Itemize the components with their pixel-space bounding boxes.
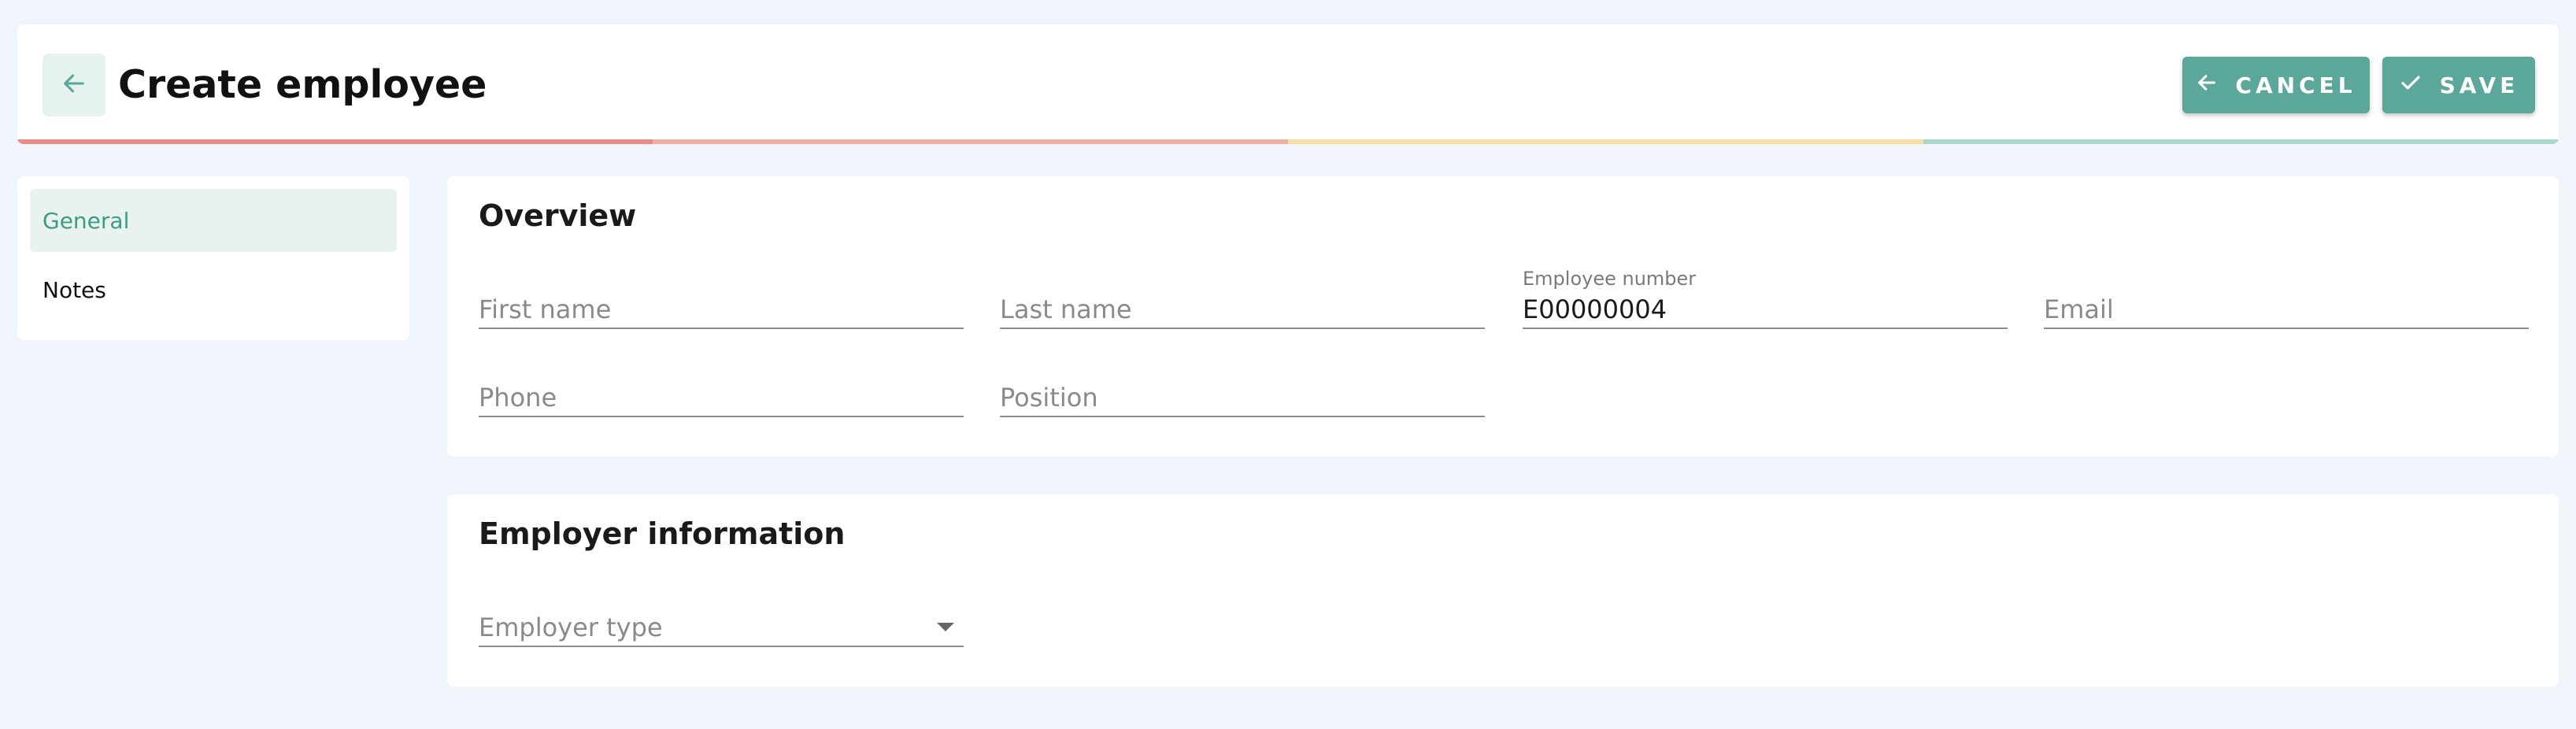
- employee-number-field[interactable]: Employee number E00000004: [1523, 268, 2008, 329]
- phone-field[interactable]: Phone: [479, 359, 964, 417]
- employer-type-select[interactable]: Employer type: [479, 589, 964, 647]
- position-field[interactable]: Position: [1000, 359, 1485, 417]
- position-placeholder: Position: [1000, 383, 1098, 413]
- overview-title: Overview: [479, 198, 637, 233]
- nav-item-general[interactable]: General: [30, 189, 397, 252]
- step-progress-bar: [17, 139, 2559, 144]
- employer-information-title: Employer information: [479, 516, 846, 551]
- progress-segment: [653, 139, 1288, 144]
- progress-segment: [17, 139, 653, 144]
- page-header: Create employee CANCEL SAVE: [17, 24, 2559, 144]
- check-icon: [2399, 71, 2422, 100]
- last-name-field[interactable]: Last name: [1000, 271, 1485, 329]
- arrow-left-icon: [61, 70, 87, 100]
- save-button-label: SAVE: [2439, 72, 2519, 98]
- email-placeholder: Email: [2044, 294, 2114, 324]
- cancel-button-label: CANCEL: [2235, 72, 2356, 98]
- first-name-placeholder: First name: [479, 294, 612, 324]
- progress-segment: [1288, 139, 1923, 144]
- chevron-down-icon[interactable]: [937, 623, 954, 631]
- nav-item-label: Notes: [43, 276, 106, 303]
- section-nav: General Notes: [17, 176, 409, 340]
- first-name-field[interactable]: First name: [479, 271, 964, 329]
- email-field[interactable]: Email: [2044, 271, 2529, 329]
- employer-type-placeholder: Employer type: [479, 612, 663, 642]
- nav-item-notes[interactable]: Notes: [30, 258, 397, 321]
- progress-segment: [1923, 139, 2559, 144]
- phone-placeholder: Phone: [479, 383, 557, 413]
- back-button[interactable]: [43, 54, 105, 117]
- arrow-left-icon: [2196, 72, 2218, 99]
- page-title: Create employee: [118, 62, 487, 107]
- save-button[interactable]: SAVE: [2382, 57, 2535, 113]
- employee-number-value: E00000004: [1523, 294, 1667, 324]
- nav-item-label: General: [43, 207, 130, 234]
- last-name-placeholder: Last name: [1000, 294, 1132, 324]
- cancel-button[interactable]: CANCEL: [2182, 57, 2370, 113]
- employee-number-label: Employee number: [1523, 268, 1697, 290]
